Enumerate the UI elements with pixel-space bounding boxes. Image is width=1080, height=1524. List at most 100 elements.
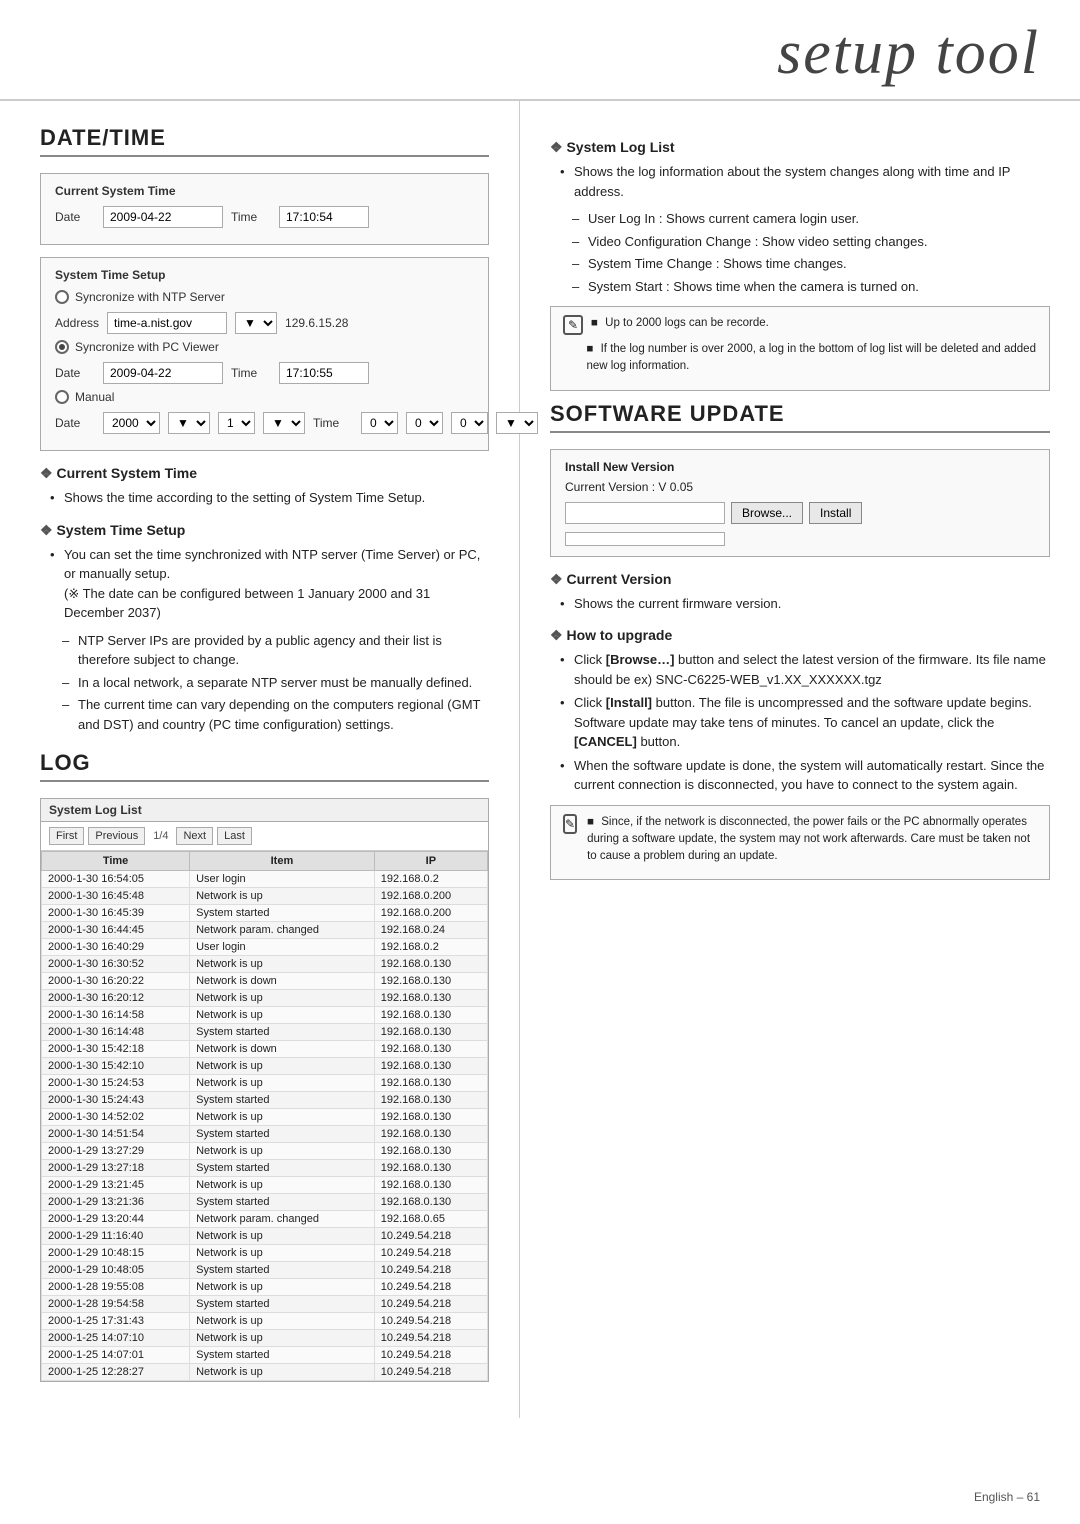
table-cell-item: Network is up [190, 1228, 375, 1245]
upgrade-note-icon: ✎ [563, 814, 577, 834]
manual-radio-button[interactable] [55, 390, 69, 404]
table-cell-ip: 192.168.0.130 [374, 1058, 487, 1075]
table-cell-item: System started [190, 905, 375, 922]
install-box-title: Install New Version [565, 460, 1035, 474]
table-cell-item: Network is up [190, 1313, 375, 1330]
manual-min-select[interactable]: 0 [406, 412, 443, 434]
current-time-row: Date Time [55, 206, 474, 228]
bullet-item: Shows the time according to the setting … [50, 488, 489, 508]
table-cell-ip: 10.249.54.218 [374, 1245, 487, 1262]
address-input[interactable] [107, 312, 227, 334]
table-cell-time: 2000-1-30 16:40:29 [42, 939, 190, 956]
table-cell-time: 2000-1-30 15:24:53 [42, 1075, 190, 1092]
ntp-radio-row[interactable]: Syncronize with NTP Server [55, 290, 474, 304]
firmware-file-input[interactable] [565, 502, 725, 524]
table-cell-item: Network is down [190, 973, 375, 990]
table-cell-item: System started [190, 1296, 375, 1313]
table-cell-item: System started [190, 1262, 375, 1279]
table-cell-item: System started [190, 1194, 375, 1211]
table-row: 2000-1-30 16:40:29User login192.168.0.2 [42, 939, 488, 956]
table-cell-ip: 192.168.0.200 [374, 888, 487, 905]
table-cell-time: 2000-1-25 17:31:43 [42, 1313, 190, 1330]
bullet-browse: Click [Browse…] button and select the la… [560, 650, 1050, 689]
browse-button[interactable]: Browse... [731, 502, 803, 524]
install-button[interactable]: Install [809, 502, 862, 524]
bullet-item: Shows the log information about the syst… [560, 162, 1050, 201]
log-last-button[interactable]: Last [217, 827, 252, 845]
footer-page: 61 [1027, 1490, 1040, 1504]
table-cell-ip: 192.168.0.130 [374, 1126, 487, 1143]
table-row: 2000-1-29 10:48:05System started10.249.5… [42, 1262, 488, 1279]
table-cell-ip: 10.249.54.218 [374, 1228, 487, 1245]
ntp-radio-label: Syncronize with NTP Server [75, 290, 225, 304]
log-first-button[interactable]: First [49, 827, 84, 845]
manual-hour-select[interactable]: 0 [361, 412, 398, 434]
upgrade-note-item: ✎ ■ Since, if the network is disconnecte… [563, 814, 1037, 866]
current-version-title: Current Version [550, 571, 1050, 588]
pc-time-label: Time [231, 366, 271, 380]
table-row: 2000-1-30 16:54:05User login192.168.0.2 [42, 871, 488, 888]
left-column: DATE/TIME Current System Time Date Time … [0, 101, 520, 1418]
ntp-radio-button[interactable] [55, 290, 69, 304]
manual-year-select[interactable]: 2000 [103, 412, 160, 434]
table-row: 2000-1-30 15:42:10Network is up192.168.0… [42, 1058, 488, 1075]
table-row: 2000-1-29 13:21:36System started192.168.… [42, 1194, 488, 1211]
table-cell-time: 2000-1-30 16:54:05 [42, 871, 190, 888]
bullet-restart: When the software update is done, the sy… [560, 756, 1050, 795]
table-cell-item: Network is up [190, 1245, 375, 1262]
pc-radio-row[interactable]: Syncronize with PC Viewer [55, 340, 474, 354]
system-time-setup-title: System Time Setup [55, 268, 474, 282]
table-row: 2000-1-29 13:27:29Network is up192.168.0… [42, 1143, 488, 1160]
dash-item: Video Configuration Change : Show video … [572, 232, 1050, 252]
col-item: Item [190, 852, 375, 871]
dash-item: NTP Server IPs are provided by a public … [62, 631, 489, 670]
system-time-setup-desc-title: System Time Setup [40, 522, 489, 539]
time-label: Time [231, 210, 271, 224]
table-cell-time: 2000-1-25 12:28:27 [42, 1364, 190, 1381]
bullet-text: You can set the time synchronized with N… [64, 547, 480, 582]
table-cell-time: 2000-1-25 14:07:01 [42, 1347, 190, 1364]
bullet-note: (※ The date can be configured between 1 … [64, 586, 430, 621]
current-system-time-bullets: Shows the time according to the setting … [40, 488, 489, 508]
pc-time-input[interactable] [279, 362, 369, 384]
table-cell-time: 2000-1-29 10:48:05 [42, 1262, 190, 1279]
date-input[interactable] [103, 206, 223, 228]
table-cell-time: 2000-1-25 14:07:10 [42, 1330, 190, 1347]
table-cell-ip: 192.168.0.130 [374, 1092, 487, 1109]
manual-radio-row[interactable]: Manual [55, 390, 474, 404]
table-cell-item: Network is up [190, 1364, 375, 1381]
table-cell-time: 2000-1-30 16:44:45 [42, 922, 190, 939]
ntp-address-row: Address ▼ 129.6.15.28 [55, 312, 474, 334]
note-text-2: If the log number is over 2000, a log in… [586, 343, 1036, 372]
table-cell-time: 2000-1-30 16:30:52 [42, 956, 190, 973]
table-cell-ip: 192.168.0.130 [374, 973, 487, 990]
table-cell-item: Network is up [190, 888, 375, 905]
manual-sec-select[interactable]: 0 [451, 412, 488, 434]
table-cell-ip: 10.249.54.218 [374, 1279, 487, 1296]
manual-month-select[interactable]: ▼ [168, 412, 210, 434]
install-bold: [Install] [606, 695, 652, 710]
log-next-button[interactable]: Next [176, 827, 213, 845]
table-row: 2000-1-30 16:14:48System started192.168.… [42, 1024, 488, 1041]
table-cell-item: System started [190, 1160, 375, 1177]
table-cell-ip: 192.168.0.130 [374, 1109, 487, 1126]
address-label: Address [55, 316, 99, 330]
table-row: 2000-1-28 19:54:58System started10.249.5… [42, 1296, 488, 1313]
table-cell-ip: 192.168.0.2 [374, 871, 487, 888]
table-cell-time: 2000-1-29 13:21:45 [42, 1177, 190, 1194]
pc-radio-button[interactable] [55, 340, 69, 354]
table-cell-time: 2000-1-30 16:14:58 [42, 1007, 190, 1024]
pc-date-input[interactable] [103, 362, 223, 384]
dash-item: User Log In : Shows current camera login… [572, 209, 1050, 229]
table-cell-ip: 10.249.54.218 [374, 1262, 487, 1279]
address-select[interactable]: ▼ [235, 312, 277, 334]
manual-day2-select[interactable]: ▼ [263, 412, 305, 434]
main-content: DATE/TIME Current System Time Date Time … [0, 101, 1080, 1418]
log-prev-button[interactable]: Previous [88, 827, 145, 845]
table-cell-ip: 192.168.0.130 [374, 1143, 487, 1160]
date-label: Date [55, 210, 95, 224]
time-input[interactable] [279, 206, 369, 228]
table-cell-item: Network param. changed [190, 1211, 375, 1228]
manual-day1-select[interactable]: 1 [218, 412, 255, 434]
how-to-upgrade-bullets: Click [Browse…] button and select the la… [550, 650, 1050, 795]
